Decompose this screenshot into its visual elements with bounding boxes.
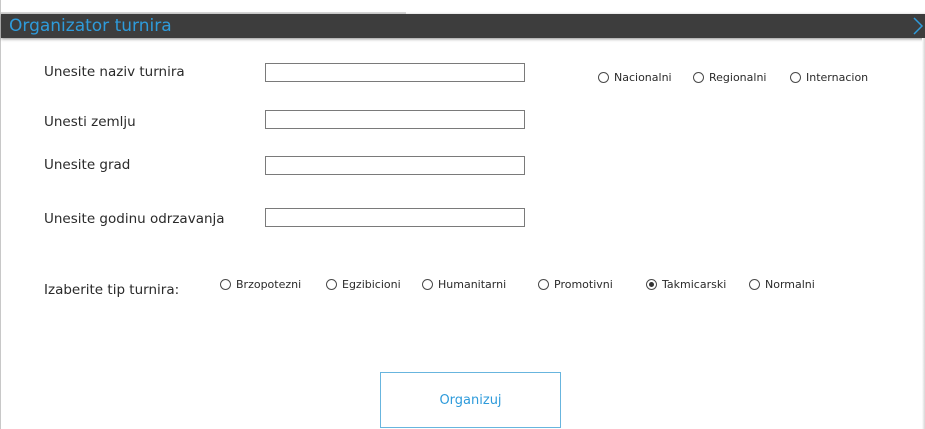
organizuj-button[interactable]: Organizuj [380, 372, 561, 428]
godina-input[interactable] [265, 208, 525, 227]
naziv-input[interactable] [265, 63, 525, 82]
radio-nacionalni[interactable]: Nacionalni [598, 71, 672, 84]
grad-label: Unesite grad [44, 157, 131, 173]
radio-normalni-label: Normalni [765, 278, 815, 291]
radio-promotivni-label: Promotivni [554, 278, 613, 291]
window-title: Organizator turnira [9, 16, 172, 36]
zemlja-label: Unesti zemlju [44, 114, 136, 130]
chevron-right-icon[interactable] [912, 16, 924, 36]
radio-internacion[interactable]: Internacion [790, 71, 868, 84]
radio-egzibicioni-label: Egzibicioni [342, 278, 401, 291]
radio-promotivni[interactable]: Promotivni [538, 278, 613, 291]
radio-egzibicioni[interactable]: Egzibicioni [326, 278, 401, 291]
radio-circle-icon [693, 72, 704, 83]
radio-takmicarski[interactable]: Takmicarski [646, 278, 726, 291]
tip-label: Izaberite tip turnira: [44, 282, 180, 298]
radio-circle-icon [326, 279, 337, 290]
radio-brzopotezni-label: Brzopotezni [236, 278, 302, 291]
title-bar[interactable]: Organizator turnira [1, 14, 925, 38]
naziv-label: Unesite naziv turnira [44, 64, 185, 80]
radio-circle-icon [220, 279, 231, 290]
radio-circle-icon [790, 72, 801, 83]
radio-circle-icon [598, 72, 609, 83]
tournament-organizer-window: Organizator turnira Unesite naziv turnir… [0, 0, 925, 429]
radio-circle-checked-icon [646, 279, 657, 290]
radio-nacionalni-label: Nacionalni [614, 71, 672, 84]
radio-regionalni-label: Regionalni [709, 71, 767, 84]
grad-input[interactable] [265, 156, 525, 175]
godina-label: Unesite godinu odrzavanja [44, 211, 225, 227]
radio-takmicarski-label: Takmicarski [662, 278, 727, 291]
radio-regionalni[interactable]: Regionalni [693, 71, 766, 84]
radio-humanitarni[interactable]: Humanitarni [422, 278, 506, 291]
radio-circle-icon [422, 279, 433, 290]
radio-circle-icon [538, 279, 549, 290]
organizuj-button-label: Organizuj [439, 392, 502, 408]
radio-brzopotezni[interactable]: Brzopotezni [220, 278, 301, 291]
radio-dot-icon [649, 282, 654, 287]
zemlja-input[interactable] [265, 110, 525, 129]
radio-internacion-label: Internacion [806, 71, 869, 84]
radio-normalni[interactable]: Normalni [749, 278, 815, 291]
radio-circle-icon [749, 279, 760, 290]
radio-humanitarni-label: Humanitarni [438, 278, 507, 291]
